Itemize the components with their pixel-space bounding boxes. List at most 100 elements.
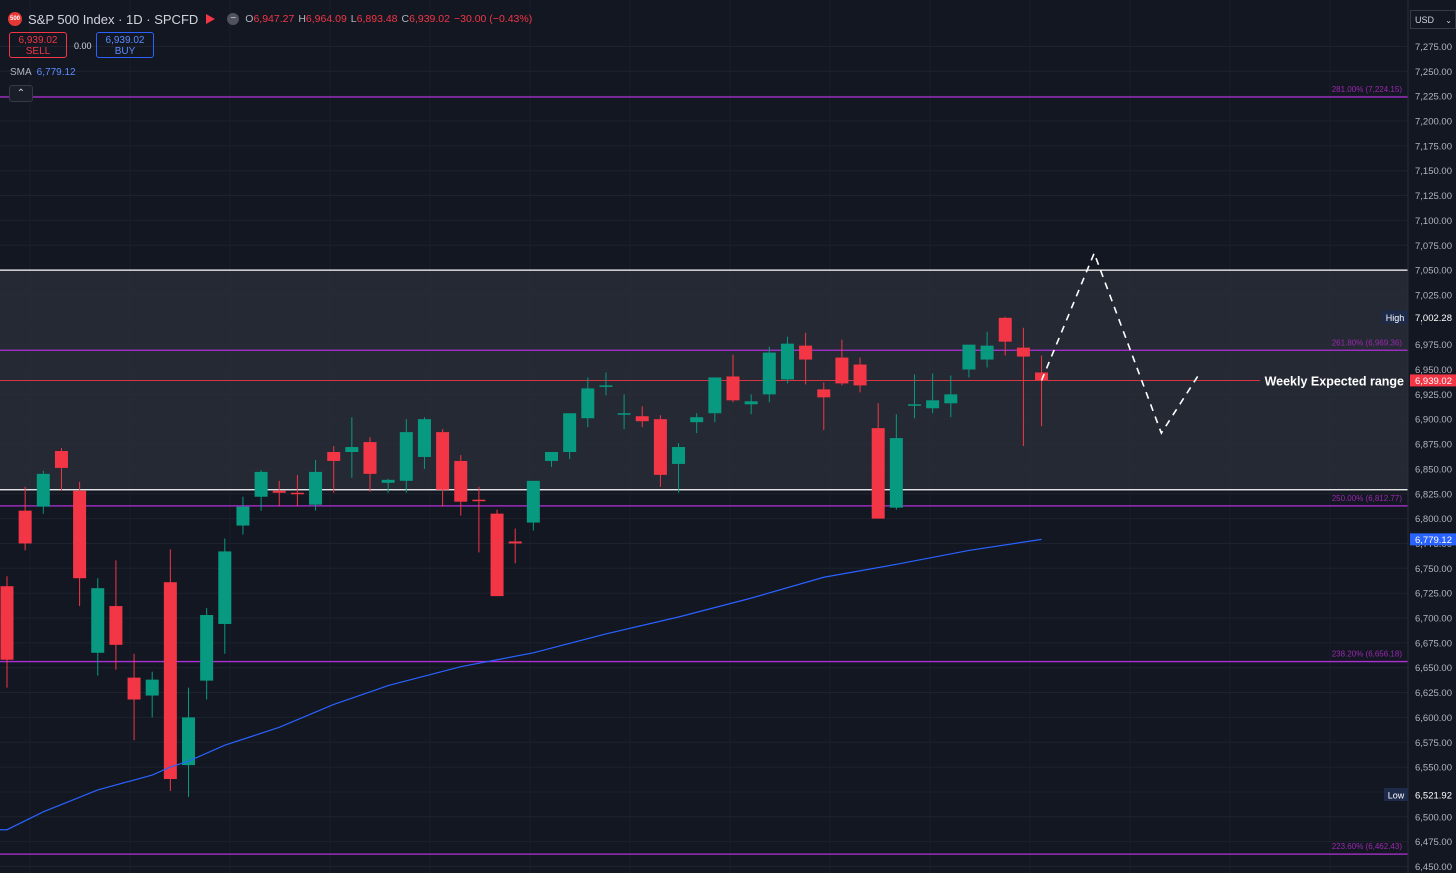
y-tick-label: 6,725.00 [1415,589,1452,600]
candle-body [254,471,268,497]
candle-body [998,317,1012,342]
candle-body [690,417,704,423]
candle [508,528,522,564]
candle-body [871,428,885,519]
sell-label: SELL [25,46,51,57]
weekly-expected-range-label: Weekly Expected range [1265,374,1404,388]
sp500-logo: 500 [8,12,22,26]
low-badge-label: Low [1388,791,1405,801]
weekly-expected-range-zone [0,269,1408,491]
candle-body [908,404,921,406]
candle-body [436,432,450,490]
price-change: −30.00 (−0.43%) [453,13,533,25]
candle [0,576,14,688]
sma-value: 6,779.12 [36,67,76,78]
candle-body [109,606,123,645]
fib-level-label: 281.00% (7,224.15) [1332,85,1403,94]
collapse-legend-button[interactable]: ⌃ [9,85,33,102]
candle-body [399,432,413,481]
y-tick-label: 6,800.00 [1415,514,1452,525]
candle-body [363,442,377,474]
candle-body [508,541,522,544]
candle-body [581,388,595,419]
y-tick-label: 6,600.00 [1415,713,1452,724]
candle-body [799,345,813,360]
y-tick-label: 6,475.00 [1415,837,1452,848]
candle-body [1016,347,1030,357]
sell-button[interactable]: 6,939.02 SELL [9,32,67,58]
candle-body [36,473,50,507]
candle [73,481,87,607]
y-tick-label: 6,925.00 [1415,390,1452,401]
y-tick-label: 6,900.00 [1415,415,1452,426]
y-tick-label: 6,450.00 [1415,862,1452,873]
symbol-header: 500 S&P 500 Index · 1D · SPCFD − O6,947.… [8,11,532,27]
candle-body [54,451,68,468]
candle-body [980,345,994,360]
candle-body [744,401,758,405]
candle-body [272,490,286,493]
candle [109,560,123,670]
candle [780,336,794,384]
y-tick-label: 6,975.00 [1415,340,1452,351]
y-tick-label: 7,025.00 [1415,290,1452,301]
price-chart[interactable]: 281.00% (7,224.15) 261.80% (6,969.36) 250.… [0,0,1456,873]
candle [218,538,232,654]
candle-body [472,499,486,502]
y-tick-label: 6,500.00 [1415,812,1452,823]
y-tick-label: 7,225.00 [1415,92,1452,103]
fib-level-label: 238.20% (6,656.18) [1332,650,1403,659]
minus-icon[interactable]: − [227,13,240,25]
y-tick-label: 6,950.00 [1415,365,1452,376]
candle-body [617,413,631,415]
candle [145,671,159,718]
candle-body [417,419,431,457]
candle-body [91,588,105,653]
y-tick-label: 7,175.00 [1415,141,1452,152]
candle-body [726,376,740,401]
y-tick-label: 7,275.00 [1415,42,1452,53]
symbol-title[interactable]: S&P 500 Index · 1D · SPCFD [28,12,198,27]
candle-body [545,452,558,461]
candle-body [0,586,14,660]
candle-body [635,416,649,422]
candle-body [163,582,177,780]
high-badge-label: High [1386,313,1405,323]
candle-body [962,344,976,370]
candle-body [599,385,613,387]
sma-legend[interactable]: SMA 6,779.12 [10,67,76,78]
candle-body [526,480,540,523]
candle-body [327,452,341,461]
candle [182,687,195,797]
y-tick-label: 7,125.00 [1415,191,1452,202]
y-tick-label: 6,750.00 [1415,564,1452,575]
candle [472,486,486,553]
y-tick-label: 7,150.00 [1415,166,1452,177]
candle-body [127,677,141,700]
flag-icon[interactable] [206,14,216,24]
y-tick-label: 6,650.00 [1415,663,1452,674]
candle [436,429,450,507]
candle [236,496,250,535]
y-tick-label: 7,200.00 [1415,117,1452,128]
candle-body [835,357,849,384]
expected-range-fill [0,270,1408,490]
currency-select[interactable]: USD ⌄ [1410,10,1456,29]
candle-body [653,419,667,475]
y-tick-label: 6,550.00 [1415,763,1452,774]
y-tick-label: 7,050.00 [1415,266,1452,277]
candle-body [926,400,940,409]
currency-label: USD [1415,15,1435,25]
candle-body [18,510,32,544]
buy-button[interactable]: 6,939.02 BUY [96,32,154,58]
price-axis: 6,450.006,475.006,500.006,525.006,550.00… [1407,0,1456,873]
candle-body [490,513,504,597]
y-tick-label: 6,625.00 [1415,688,1452,699]
candle-body [944,394,958,404]
candle-body [889,438,903,508]
candle-body [853,364,867,386]
y-tick-label: 7,100.00 [1415,216,1452,227]
candle-body [309,471,323,505]
candle-body [780,343,794,380]
buy-label: BUY [114,46,136,57]
